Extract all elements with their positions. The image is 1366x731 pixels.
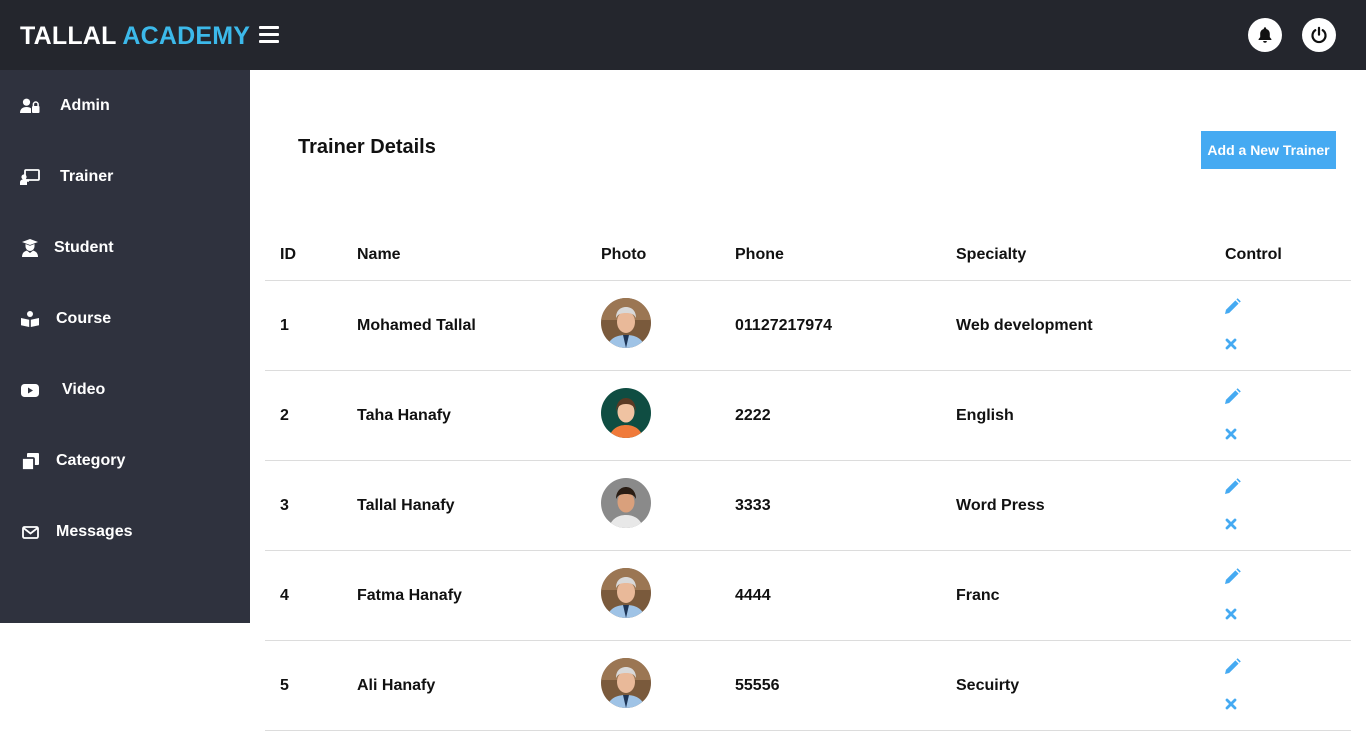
cell-phone: 55556 bbox=[735, 677, 780, 694]
brand-logo[interactable]: TALLAL ACADEMY bbox=[20, 19, 250, 53]
delete-x-icon[interactable] bbox=[1224, 427, 1238, 441]
column-header-name: Name bbox=[357, 246, 401, 263]
sidebar-item-video[interactable]: Video bbox=[0, 370, 250, 410]
cell-specialty: Word Press bbox=[956, 497, 1045, 514]
sidebar-item-admin[interactable]: Admin bbox=[0, 86, 250, 126]
sidebar-item-label: Student bbox=[54, 239, 114, 256]
table-row: 5 Ali Hanafy 55556 Secuirty bbox=[265, 641, 1351, 731]
sidebar-item-course[interactable]: Course bbox=[0, 299, 250, 339]
page-title: Trainer Details bbox=[298, 136, 436, 158]
brand-name-part2: ACADEMY bbox=[122, 22, 251, 50]
cell-id: 2 bbox=[280, 407, 289, 424]
sidebar-item-label: Video bbox=[62, 381, 106, 398]
add-trainer-button[interactable]: Add a New Trainer bbox=[1201, 131, 1336, 169]
user-lock-icon bbox=[20, 96, 40, 116]
trainer-photo bbox=[601, 568, 651, 618]
sidebar-item-messages[interactable]: Messages bbox=[0, 512, 250, 552]
sidebar-item-label: Admin bbox=[60, 97, 110, 114]
cell-specialty: English bbox=[956, 407, 1014, 424]
youtube-icon bbox=[20, 380, 40, 400]
edit-pencil-icon[interactable] bbox=[1223, 478, 1241, 496]
cell-id: 5 bbox=[280, 677, 289, 694]
column-header-control: Control bbox=[1225, 246, 1282, 263]
trainer-photo bbox=[601, 658, 651, 708]
cell-name: Mohamed Tallal bbox=[357, 317, 476, 334]
bell-icon bbox=[1258, 27, 1272, 43]
cell-id: 1 bbox=[280, 317, 289, 334]
cell-name: Taha Hanafy bbox=[357, 407, 451, 424]
graduate-icon bbox=[20, 238, 40, 258]
trainer-photo bbox=[601, 388, 651, 438]
power-icon bbox=[1311, 26, 1327, 44]
column-header-photo: Photo bbox=[601, 246, 647, 263]
hamburger-icon[interactable] bbox=[259, 26, 281, 44]
sidebar-item-label: Messages bbox=[56, 523, 133, 540]
trainer-photo bbox=[601, 478, 651, 528]
cell-phone: 01127217974 bbox=[735, 317, 832, 334]
table-row: 1 Mohamed Tallal 01127217974 Web develop… bbox=[265, 281, 1351, 371]
cell-phone: 4444 bbox=[735, 587, 771, 604]
table-row: 4 Fatma Hanafy 4444 Franc bbox=[265, 551, 1351, 641]
sidebar-item-category[interactable]: Category bbox=[0, 441, 250, 481]
cell-name: Tallal Hanafy bbox=[357, 497, 455, 514]
notifications-button[interactable] bbox=[1248, 18, 1282, 52]
edit-pencil-icon[interactable] bbox=[1223, 298, 1241, 316]
table-row: 3 Tallal Hanafy 3333 Word Press bbox=[265, 461, 1351, 551]
envelope-icon bbox=[20, 522, 40, 542]
edit-pencil-icon[interactable] bbox=[1223, 658, 1241, 676]
cell-name: Fatma Hanafy bbox=[357, 587, 462, 604]
cell-id: 4 bbox=[280, 587, 289, 604]
sidebar-item-label: Course bbox=[56, 310, 112, 327]
cell-name: Ali Hanafy bbox=[357, 677, 436, 694]
sidebar: Admin Trainer Student Course Video Categ… bbox=[0, 70, 250, 623]
logout-button[interactable] bbox=[1302, 18, 1336, 52]
table-header: ID Name Photo Phone Specialty Control bbox=[265, 232, 1351, 281]
table-row: 2 Taha Hanafy 2222 English bbox=[265, 371, 1351, 461]
delete-x-icon[interactable] bbox=[1224, 697, 1238, 711]
brand-name-part1: TALLAL bbox=[20, 22, 117, 50]
clone-icon bbox=[20, 451, 40, 471]
delete-x-icon[interactable] bbox=[1224, 517, 1238, 531]
trainer-table: ID Name Photo Phone Specialty Control 1 … bbox=[265, 232, 1351, 731]
edit-pencil-icon[interactable] bbox=[1223, 568, 1241, 586]
sidebar-item-trainer[interactable]: Trainer bbox=[0, 157, 250, 197]
sidebar-item-label: Trainer bbox=[60, 168, 114, 185]
column-header-phone: Phone bbox=[735, 246, 784, 263]
book-reader-icon bbox=[20, 309, 40, 329]
cell-specialty: Secuirty bbox=[956, 677, 1020, 694]
trainer-photo bbox=[601, 298, 651, 348]
cell-id: 3 bbox=[280, 497, 289, 514]
column-header-id: ID bbox=[280, 246, 296, 263]
edit-pencil-icon[interactable] bbox=[1223, 388, 1241, 406]
sidebar-item-label: Category bbox=[56, 452, 126, 469]
top-navbar: TALLAL ACADEMY bbox=[0, 0, 1366, 70]
delete-x-icon[interactable] bbox=[1224, 337, 1238, 351]
chalkboard-teacher-icon bbox=[20, 167, 40, 187]
cell-specialty: Franc bbox=[956, 587, 1000, 604]
cell-phone: 2222 bbox=[735, 407, 771, 424]
sidebar-item-student[interactable]: Student bbox=[0, 228, 250, 268]
cell-specialty: Web development bbox=[956, 317, 1093, 334]
column-header-specialty: Specialty bbox=[956, 246, 1027, 263]
delete-x-icon[interactable] bbox=[1224, 607, 1238, 621]
cell-phone: 3333 bbox=[735, 497, 771, 514]
